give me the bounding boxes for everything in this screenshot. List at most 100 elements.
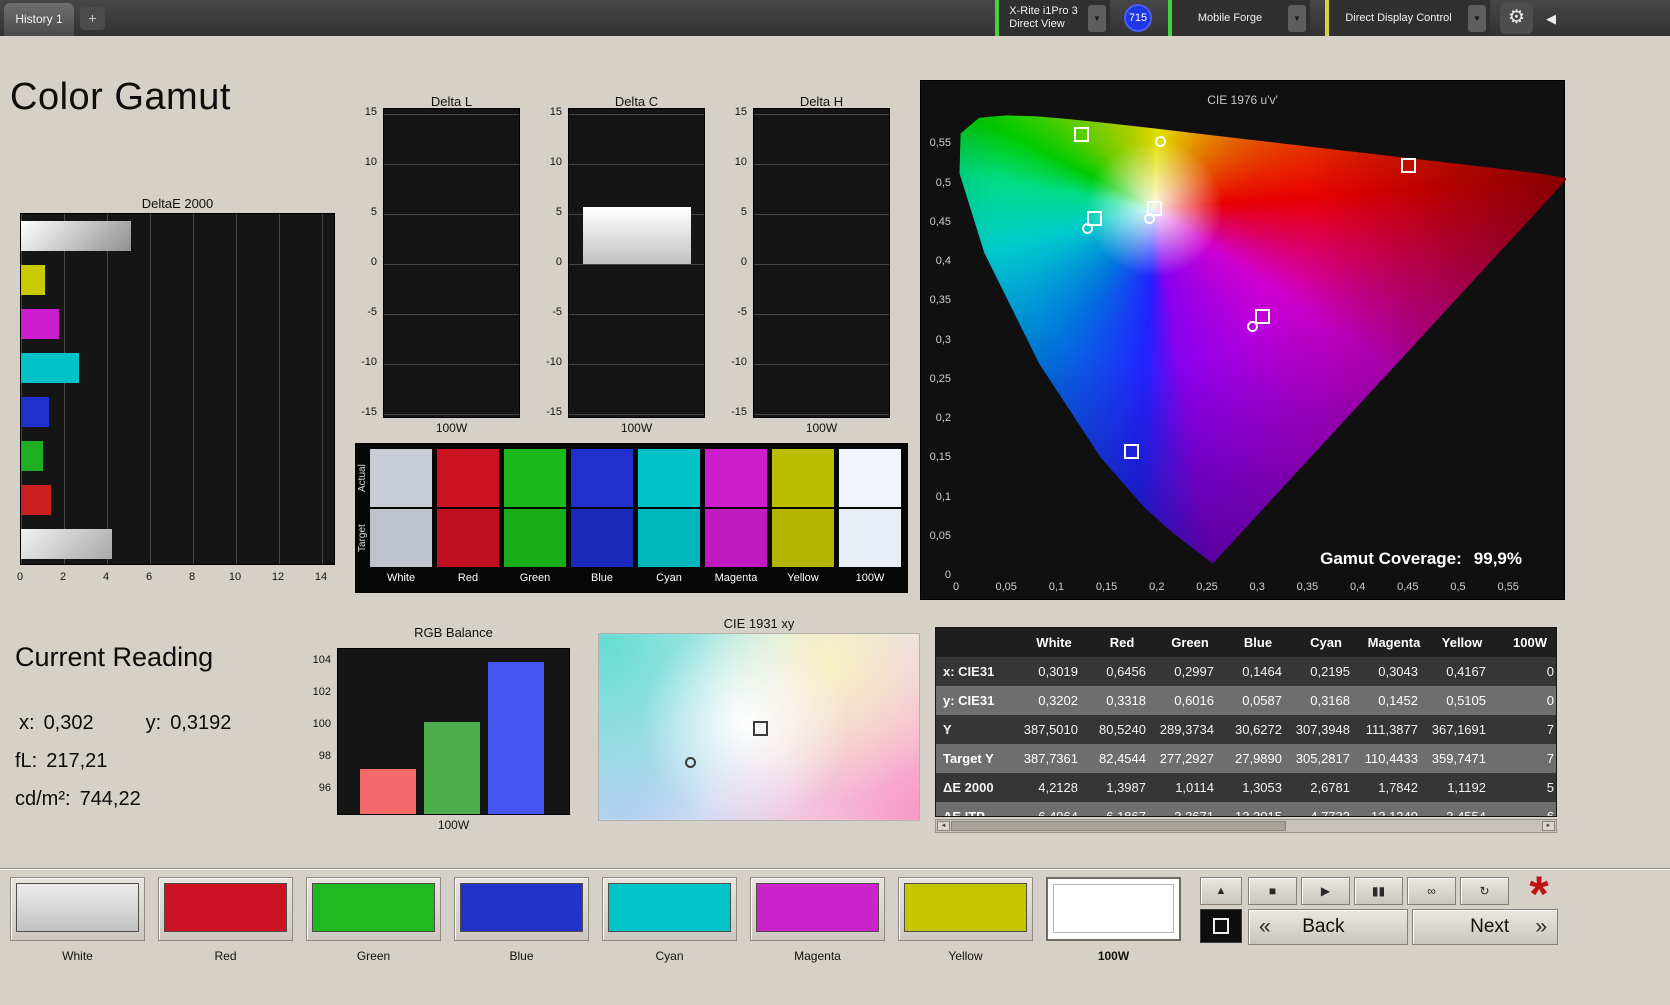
target-swatch [638,509,700,567]
patch-button-blue[interactable] [454,877,589,941]
cie1931-circle-marker [685,757,696,768]
add-tab-button[interactable]: + [80,7,105,30]
table-cell: 3,3671 [1156,802,1224,817]
table-cell: 7 [1496,744,1557,773]
table-cell: 0,0587 [1224,686,1292,715]
source-selector[interactable]: Mobile Forge ▼ [1168,0,1310,36]
delta-y-axis-label: 5 [345,206,377,218]
target-swatch [504,509,566,567]
patch-button-green[interactable] [306,877,441,941]
collapse-panel-arrow-icon[interactable]: ◀ [1546,11,1556,27]
transport-refresh-icon-button[interactable]: ↻ [1460,877,1509,905]
table-cell: 0,5105 [1428,686,1496,715]
reading-x-label: x: [19,712,35,734]
table-cell: 305,2817 [1292,744,1360,773]
scrollbar-thumb[interactable] [951,821,1286,831]
source-status-indicator [1168,0,1172,36]
table-row-x-cie31[interactable]: x: CIE310,30190,64560,29970,14640,21950,… [936,657,1556,686]
current-reading-title: Current Reading [15,642,213,673]
grid-line [384,264,519,265]
table-cell: 4,2128 [1020,773,1088,802]
patch-color [904,883,1027,932]
pattern-window-button[interactable] [1200,909,1242,943]
table-horizontal-scrollbar[interactable]: ◄ ► [935,819,1557,833]
patch-button-100w[interactable] [1046,877,1181,941]
chromaticity-diagram [921,81,1566,601]
patch-label: Red [158,949,293,963]
tab-history-1[interactable]: History 1 [4,3,74,36]
grid-line [384,214,519,215]
transport-play-icon-button[interactable]: ▶ [1301,877,1350,905]
table-row-target-y[interactable]: Target Y387,736182,4544277,292727,989030… [936,744,1556,773]
rgb-balance-panel [337,648,570,815]
chevron-down-icon[interactable]: ▼ [1288,5,1306,32]
scroll-right-icon[interactable]: ► [1542,821,1555,831]
table-row-y-cie31[interactable]: y: CIE310,32020,33180,60160,05870,31680,… [936,686,1556,715]
column-header: Cyan [1292,628,1360,657]
table-row--e-itp[interactable]: ΔE ITP6,49646,18673,367112,30154,773312,… [936,802,1556,817]
transport-stop-icon-button[interactable]: ■ [1248,877,1297,905]
swatch-label: Blue [571,572,633,584]
transport-loop-icon-button[interactable]: ∞ [1407,877,1456,905]
cie-y-axis-label: 0,4 [921,255,951,267]
swatch-column-cyan: Cyan [638,449,700,584]
delta-y-axis-label: -15 [530,406,562,418]
column-header: Green [1156,628,1224,657]
table-cell: 0,3168 [1292,686,1360,715]
chevron-down-icon[interactable]: ▼ [1088,5,1106,32]
back-button[interactable]: « Back [1248,909,1408,945]
cie-x-axis-label: 0 [934,581,978,593]
cie-y-axis-label: 0,2 [921,412,951,424]
display-control-selector[interactable]: Direct Display Control ▼ [1325,0,1490,36]
delta-x-axis-label: 100W [568,421,705,435]
patch-button-cyan[interactable] [602,877,737,941]
source-name: Mobile Forge [1189,12,1271,25]
delta-y-axis-label: -5 [345,306,377,318]
transport-pause-icon-button[interactable]: ▮▮ [1354,877,1403,905]
grid-line [384,164,519,165]
actual-swatch [772,449,834,507]
table-row--e-2000[interactable]: ΔE 20004,21281,39871,01141,30532,67811,7… [936,773,1556,802]
magenta-target-marker [1255,309,1270,324]
pattern-up-button[interactable]: ▲ [1200,877,1242,905]
meter-name: X-Rite i1Pro 3 Direct View [1000,5,1086,31]
table-cell: 80,5240 [1088,715,1156,744]
scroll-left-icon[interactable]: ◄ [937,821,950,831]
patch-color [1053,884,1174,933]
deltae-bar-magenta [21,309,59,339]
patch-button-yellow[interactable] [898,877,1033,941]
table-row-y[interactable]: Y387,501080,5240289,373430,6272307,39481… [936,715,1556,744]
patch-button-red[interactable] [158,877,293,941]
table-cell: 277,2927 [1156,744,1224,773]
deltae-x-axis-label: 0 [8,571,32,583]
swatch-column-magenta: Magenta [705,449,767,584]
table-cell: 289,3734 [1156,715,1224,744]
rgb-bar-red [360,769,416,814]
column-header: Blue [1224,628,1292,657]
swatch-column-green: Green [504,449,566,584]
meter-selector[interactable]: X-Rite i1Pro 3 Direct View ▼ [995,0,1110,36]
grid-line [569,164,704,165]
table-cell: 367,1691 [1428,715,1496,744]
reading-fl-value: 217,21 [46,750,107,772]
table-cell: 6 [1496,802,1557,817]
gamut-coverage-value: 99,9% [1474,549,1522,569]
grid-line [384,364,519,365]
patch-color [460,883,583,932]
column-header: 100W [1496,628,1557,657]
grid-line [569,264,704,265]
patch-button-white[interactable] [10,877,145,941]
green-target-marker [1074,127,1089,142]
delta-y-axis-label: -5 [715,306,747,318]
swatch-label: Green [504,572,566,584]
table-cell: 1,7842 [1360,773,1428,802]
delta-y-axis-label: -15 [715,406,747,418]
delta-x-axis-label: 100W [383,421,520,435]
delta-y-axis-label: 5 [715,206,747,218]
table-cell: 6,4964 [1020,802,1088,817]
patch-button-magenta[interactable] [750,877,885,941]
chevron-down-icon[interactable]: ▼ [1468,5,1486,32]
display-control-name: Direct Display Control [1336,12,1460,25]
cie-y-axis-label: 0,25 [921,373,951,385]
settings-button[interactable]: ⚙ [1500,2,1533,34]
